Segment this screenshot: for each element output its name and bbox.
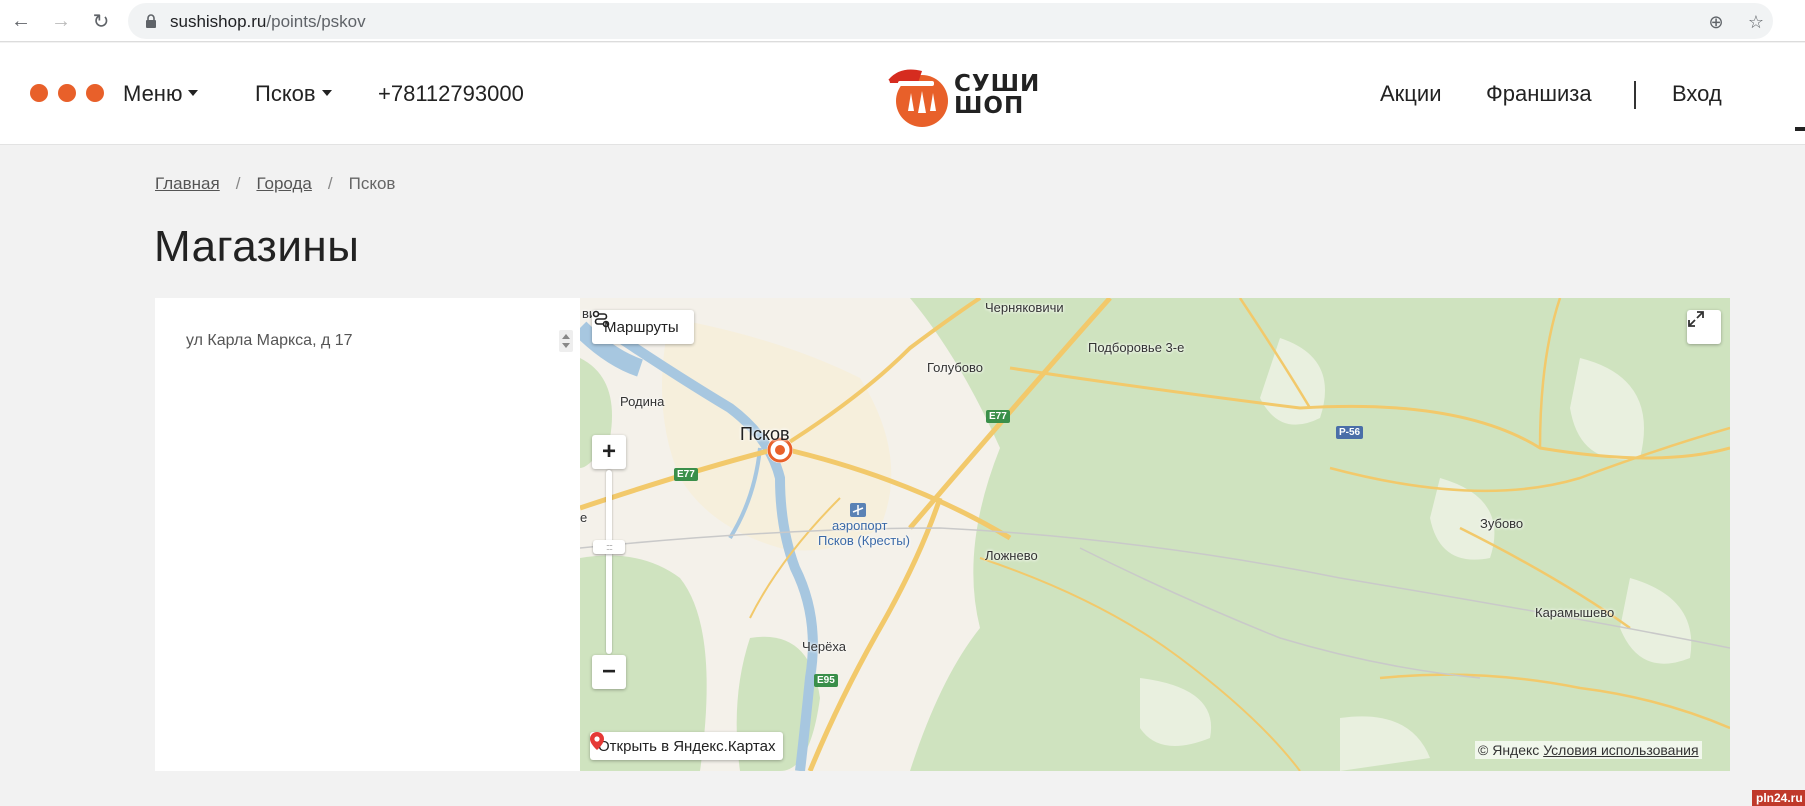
zoom-slider-handle[interactable]: :::: [593,540,625,554]
login-link[interactable]: Вход [1672,81,1722,107]
breadcrumb: Главная / Города / Псков [155,174,395,194]
url-text: sushishop.ru/points/pskov [170,12,366,31]
route-icon [592,310,610,328]
map-label-city: Псков [740,424,790,444]
expand-icon [1688,311,1704,327]
map-label: Подборовье 3-е [1088,340,1185,355]
store-map[interactable]: ви е Псков Черняковичи Подборовье 3-е Го… [580,298,1730,771]
open-yandex-maps-button[interactable]: Открыть в Яндекс.Картах [590,732,784,760]
chevron-down-icon [321,90,332,97]
address-bar[interactable]: sushishop.ru/points/pskov ⊕ ☆ [128,3,1773,39]
cart-icon[interactable] [1795,127,1805,131]
road-badge: E77 [674,468,698,481]
browser-toolbar: ← → ↻ sushishop.ru/points/pskov ⊕ ☆ [0,0,1805,42]
plus-icon: + [601,438,616,465]
map-label: Черёха [802,639,846,654]
watermark: pln24.ru [1752,790,1805,806]
chevron-down-icon [188,90,199,97]
menu-dropdown[interactable]: Меню [123,81,199,107]
page-title: Магазины [154,222,360,271]
divider [1634,81,1636,109]
store-address[interactable]: ул Карла Маркса, д 17 [186,332,353,350]
map-label: Родина [620,394,665,409]
breadcrumb-separator: / [235,174,241,193]
map-label-airport: аэропорт [832,518,888,533]
map-pin-icon [590,732,604,750]
star-icon[interactable]: ☆ [1745,11,1767,33]
airport-icon [850,503,866,517]
store-list: ул Карла Маркса, д 17 [155,298,580,771]
zoom-slider-track[interactable] [606,470,612,654]
site-header: Меню Псков +78112793000 СУШИ ШОП Акции Ф… [0,43,1805,145]
breadcrumb-home[interactable]: Главная [155,174,220,194]
forward-icon[interactable]: → [46,6,76,36]
map-copyright: © Яндекс Условия использования [1475,741,1702,759]
map-label: Ложнево [985,548,1038,563]
phone-link[interactable]: +78112793000 [378,81,524,107]
road-badge: Р-56 [1336,426,1364,439]
reload-icon[interactable]: ↻ [86,6,116,36]
road-badge: E95 [814,674,838,687]
brand-dots [30,84,104,102]
zoom-in-button[interactable]: + [592,435,626,469]
breadcrumb-separator: / [327,174,333,193]
add-icon[interactable]: ⊕ [1705,11,1727,33]
map-label: Голубово [927,360,984,375]
map-label-airport: Псков (Кресты) [818,533,910,548]
zoom-out-button[interactable]: − [592,655,626,689]
map-canvas [580,298,1730,771]
logo-text: СУШИ ШОП [954,71,1041,119]
promo-link[interactable]: Акции [1380,81,1441,107]
lock-icon [146,14,156,28]
terms-link[interactable]: Условия использования [1543,742,1698,758]
minus-icon: − [601,658,616,685]
map-label: Зубово [1480,516,1524,531]
franchise-link[interactable]: Франшиза [1486,81,1592,107]
routes-button[interactable]: Маршруты [592,310,694,344]
fullscreen-button[interactable] [1687,310,1721,344]
city-dropdown[interactable]: Псков [255,81,332,107]
breadcrumb-current: Псков [348,174,396,193]
breadcrumb-cities[interactable]: Города [256,174,311,194]
map-label: Карамышево [1535,605,1615,620]
road-badge: E77 [986,410,1010,423]
stores-panel: ул Карла Маркса, д 17 ви е Псков Черняко… [155,298,1730,771]
map-label: Черняковичи [985,300,1064,315]
back-icon[interactable]: ← [6,6,36,36]
scroll-arrows-icon[interactable] [559,330,573,352]
map-label: е [580,510,588,525]
